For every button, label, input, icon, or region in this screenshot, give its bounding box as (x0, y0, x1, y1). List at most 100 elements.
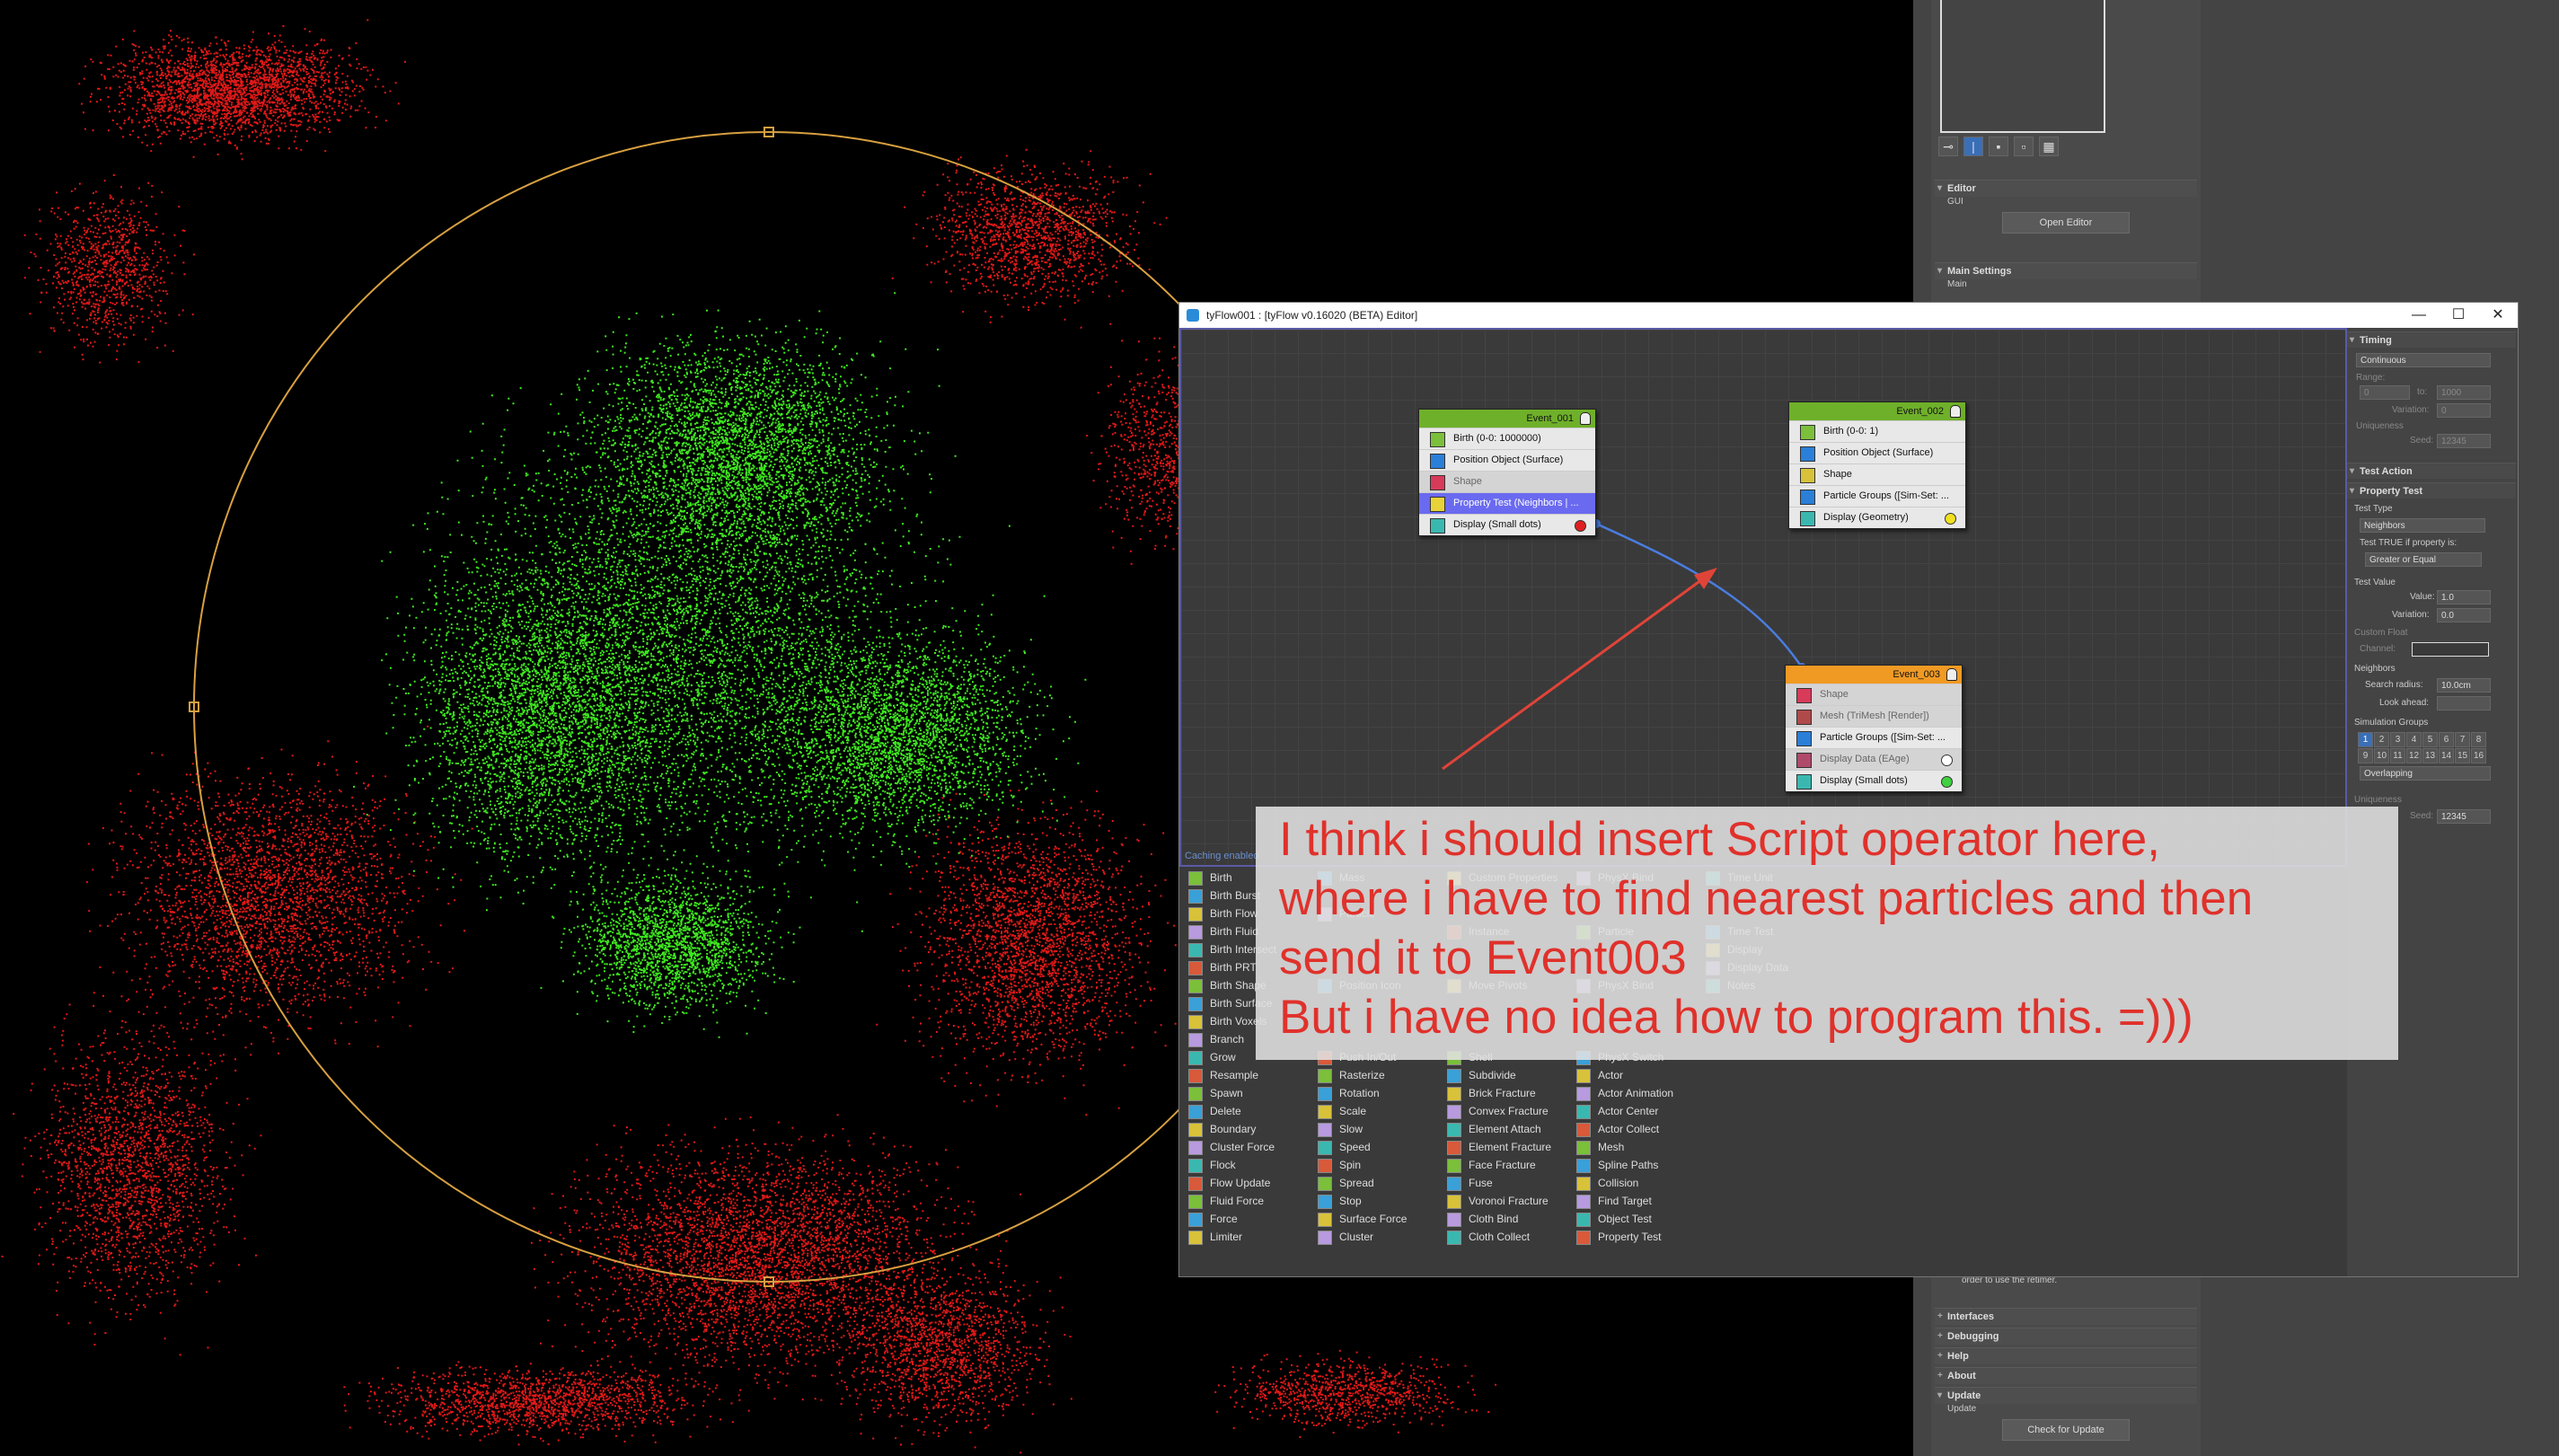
depot-item[interactable]: Brick Fracture (1443, 1084, 1557, 1102)
remove-icon[interactable]: ▫ (2014, 137, 2034, 156)
depot-item[interactable]: Fuse (1443, 1174, 1557, 1192)
depot-item[interactable]: Flock (1185, 1156, 1276, 1174)
operator-row[interactable]: Shape (1786, 684, 1962, 705)
modifier-icon[interactable]: | (1963, 137, 1983, 156)
sim-group-toggle[interactable]: 8 (2471, 732, 2486, 747)
event-header[interactable]: Event_002 (1789, 402, 1965, 420)
operator-row[interactable]: Mesh (TriMesh [Render]) (1786, 705, 1962, 727)
operator-row[interactable]: Position Object (Surface) (1419, 449, 1595, 471)
close-button[interactable]: ✕ (2478, 303, 2518, 328)
sim-group-toggle[interactable]: 9 (2358, 748, 2373, 763)
interfaces-rollout-title[interactable]: Interfaces (1935, 1308, 2197, 1325)
variation-field-2[interactable]: 0.0 (2437, 608, 2491, 622)
depot-item[interactable]: Surface Force (1314, 1210, 1407, 1228)
overlap-mode-select[interactable]: Overlapping (2360, 766, 2491, 781)
open-editor-button[interactable]: Open Editor (2002, 212, 2130, 234)
lock-icon[interactable] (1950, 405, 1961, 418)
depot-item[interactable]: Cloth Bind (1443, 1210, 1557, 1228)
look-ahead-field[interactable] (2437, 696, 2491, 710)
sim-group-toggle[interactable]: 14 (2439, 748, 2454, 763)
configure-icon[interactable]: ▦ (2039, 137, 2059, 156)
event-wire[interactable] (1595, 522, 1804, 668)
depot-item[interactable]: Find Target (1573, 1192, 1673, 1210)
sim-group-toggle[interactable]: 11 (2390, 748, 2405, 763)
flow-canvas[interactable]: Event_001 Birth (0-0: 1000000) Position … (1179, 328, 2347, 867)
depot-item[interactable]: Rotation (1314, 1084, 1407, 1102)
sim-group-toggle[interactable]: 1 (2358, 732, 2373, 747)
range-from-field[interactable]: 0 (2360, 385, 2410, 400)
event-header[interactable]: Event_001 (1419, 410, 1595, 428)
sim-group-toggle[interactable]: 10 (2374, 748, 2389, 763)
test-action-title[interactable]: Test Action (2347, 463, 2516, 480)
operator-row[interactable]: Display (Geometry) (1789, 507, 1965, 528)
comparison-select[interactable]: Greater or Equal (2365, 552, 2482, 567)
sim-group-toggle[interactable]: 7 (2455, 732, 2470, 747)
depot-item[interactable]: Limiter (1185, 1228, 1276, 1246)
property-test-title[interactable]: Property Test (2347, 482, 2516, 499)
operator-row[interactable]: Shape (1789, 463, 1965, 485)
depot-item[interactable]: Mesh (1573, 1138, 1673, 1156)
depot-item[interactable]: Resample (1185, 1066, 1276, 1084)
debugging-rollout-title[interactable]: Debugging (1935, 1328, 2197, 1345)
depot-item[interactable]: Actor (1573, 1066, 1673, 1084)
depot-item[interactable]: Convex Fracture (1443, 1102, 1557, 1120)
operator-row[interactable]: Particle Groups ([Sim-Set: ... (1789, 485, 1965, 507)
update-rollout-title[interactable]: Update (1935, 1387, 2197, 1404)
operator-row[interactable]: Birth (0-0: 1000000) (1419, 428, 1595, 449)
display-color-dot[interactable] (1941, 776, 1953, 788)
value-field[interactable]: 1.0 (2437, 590, 2491, 604)
depot-item[interactable]: Actor Collect (1573, 1120, 1673, 1138)
depot-item[interactable]: Subdivide (1443, 1066, 1557, 1084)
sim-group-toggle[interactable]: 6 (2439, 732, 2454, 747)
about-rollout-title[interactable]: About (1935, 1367, 2197, 1384)
operator-row[interactable]: Display (Small dots) (1419, 514, 1595, 535)
depot-item[interactable]: Delete (1185, 1102, 1276, 1120)
sim-group-toggle[interactable]: 2 (2374, 732, 2389, 747)
variation-field[interactable]: 0 (2437, 403, 2491, 418)
main-settings-title[interactable]: Main Settings (1935, 262, 2197, 279)
depot-item[interactable]: Cloth Collect (1443, 1228, 1557, 1246)
emitter-circle-gizmo[interactable] (193, 131, 1345, 1283)
seed-field-2[interactable]: 12345 (2437, 809, 2491, 824)
depot-item[interactable]: Object Test (1573, 1210, 1673, 1228)
display-color-dot[interactable] (1945, 513, 1956, 525)
seed-field[interactable]: 12345 (2437, 434, 2491, 448)
depot-item[interactable]: Spawn (1185, 1084, 1276, 1102)
depot-item[interactable]: Spin (1314, 1156, 1407, 1174)
depot-item[interactable]: Cluster (1314, 1228, 1407, 1246)
event-node-1[interactable]: Event_001 Birth (0-0: 1000000) Position … (1418, 409, 1596, 536)
depot-item[interactable]: Face Fracture (1443, 1156, 1557, 1174)
depot-item[interactable]: Spread (1314, 1174, 1407, 1192)
depot-item[interactable]: Fluid Force (1185, 1192, 1276, 1210)
sim-group-toggle[interactable]: 16 (2471, 748, 2486, 763)
depot-item[interactable]: Force (1185, 1210, 1276, 1228)
event-node-2[interactable]: Event_002 Birth (0-0: 1) Position Object… (1788, 402, 1966, 529)
depot-item[interactable]: Spline Paths (1573, 1156, 1673, 1174)
event-header[interactable]: Event_003 (1786, 666, 1962, 684)
depot-item[interactable]: Property Test (1573, 1228, 1673, 1246)
channel-field[interactable] (2412, 642, 2489, 657)
operator-row[interactable]: Display Data (EAge) (1786, 748, 1962, 770)
depot-item[interactable]: Flow Update (1185, 1174, 1276, 1192)
depot-item[interactable]: Stop (1314, 1192, 1407, 1210)
timing-mode-select[interactable]: Continuous (2356, 353, 2491, 367)
depot-item[interactable]: Rasterize (1314, 1066, 1407, 1084)
editor-titlebar[interactable]: tyFlow001 : [tyFlow v0.16020 (BETA) Edit… (1179, 303, 2518, 328)
help-rollout-title[interactable]: Help (1935, 1347, 2197, 1364)
minimize-button[interactable]: — (2399, 303, 2439, 328)
test-type-select[interactable]: Neighbors (2360, 518, 2485, 533)
depot-item[interactable]: Collision (1573, 1174, 1673, 1192)
depot-item[interactable]: Scale (1314, 1102, 1407, 1120)
depot-item[interactable]: Actor Center (1573, 1102, 1673, 1120)
range-to-field[interactable]: 1000 (2437, 385, 2491, 400)
depot-item[interactable]: Boundary (1185, 1120, 1276, 1138)
check-update-button[interactable]: Check for Update (2002, 1419, 2130, 1441)
operator-row[interactable]: Position Object (Surface) (1789, 442, 1965, 463)
event-node-3[interactable]: Event_003 Shape Mesh (TriMesh [Render]) … (1785, 665, 1963, 792)
lock-icon[interactable] (1946, 668, 1957, 681)
depot-item[interactable]: Element Attach (1443, 1120, 1557, 1138)
depot-item[interactable]: Cluster Force (1185, 1138, 1276, 1156)
operator-row[interactable]: Property Test (Neighbors | ... (1419, 492, 1595, 514)
pin-icon[interactable]: ⊸ (1938, 137, 1958, 156)
operator-row[interactable]: Particle Groups ([Sim-Set: ... (1786, 727, 1962, 748)
